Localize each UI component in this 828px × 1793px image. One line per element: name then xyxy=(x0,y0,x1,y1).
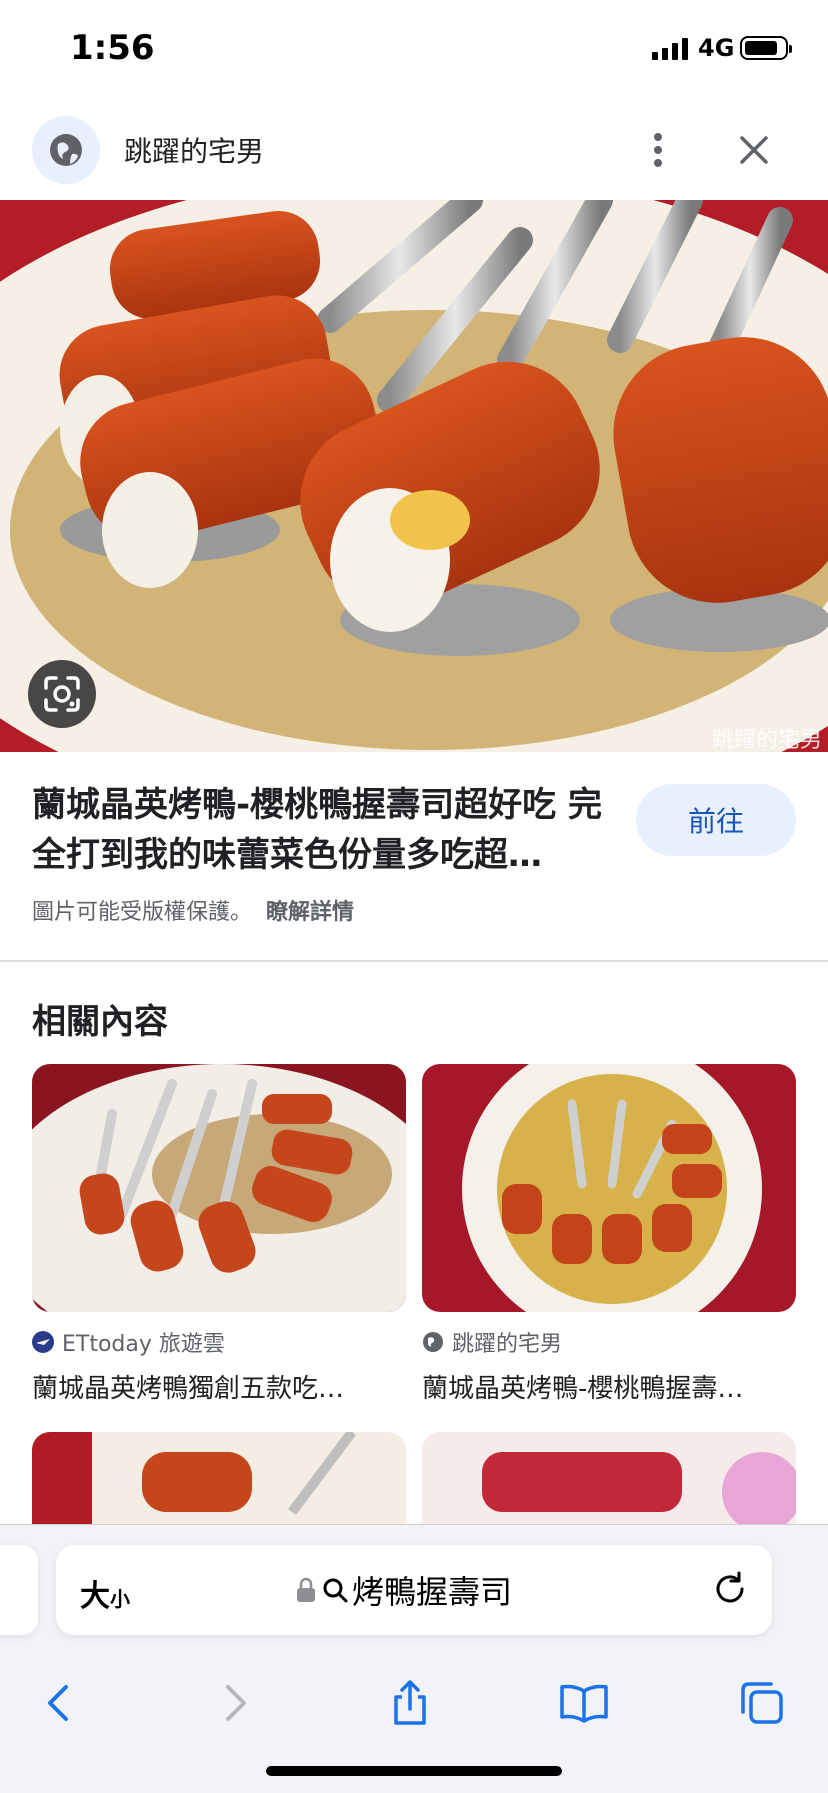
network-label: 4G xyxy=(698,34,735,62)
bottom-toolbar xyxy=(0,1673,828,1743)
home-indicator xyxy=(266,1766,562,1776)
copyright-text: 圖片可能受版權保護。 xyxy=(32,900,253,925)
related-title[interactable]: 蘭城晶英烤鴨-櫻桃鴨握壽… xyxy=(422,1368,772,1405)
related-source: ETtoday 旅遊雲 xyxy=(32,1326,406,1358)
previous-tab-peek[interactable] xyxy=(0,1545,38,1635)
related-photo-2 xyxy=(422,1064,796,1312)
related-source-label: ETtoday 旅遊雲 xyxy=(62,1332,225,1357)
visit-button[interactable]: 前往 xyxy=(636,784,796,856)
more-vert-icon xyxy=(654,133,662,167)
related-card[interactable]: ETtoday 旅遊雲 蘭城晶英烤鴨獨創五款吃… xyxy=(32,1064,406,1405)
related-card[interactable]: 跳躍的宅男 蘭城晶英烤鴨-櫻桃鴨握壽… xyxy=(422,1064,796,1405)
search-icon xyxy=(323,1578,348,1603)
result-title[interactable]: 蘭城晶英烤鴨-櫻桃鴨握壽司超好吃 完全打到我的味蕾菜色份量多吃超… xyxy=(32,780,612,880)
related-photo-1 xyxy=(32,1064,406,1312)
text-size-large: 大 xyxy=(80,1579,110,1614)
related-photo-4 xyxy=(422,1432,796,1532)
copyright-notice: 圖片可能受版權保護。 瞭解詳情 xyxy=(32,894,354,926)
globe-icon xyxy=(422,1331,444,1353)
text-size-button[interactable]: 大小 xyxy=(80,1571,130,1615)
related-title[interactable]: 蘭城晶英烤鴨獨創五款吃… xyxy=(32,1368,382,1405)
share-button[interactable] xyxy=(380,1673,440,1733)
forward-button[interactable] xyxy=(206,1673,266,1733)
address-text[interactable]: 烤鴨握壽司 xyxy=(296,1567,512,1613)
close-button[interactable] xyxy=(728,124,780,176)
related-source: 跳躍的宅男 xyxy=(422,1326,796,1358)
back-button[interactable] xyxy=(28,1673,88,1733)
tabs-button[interactable] xyxy=(732,1673,792,1733)
address-bar[interactable]: 大小 烤鴨握壽司 xyxy=(56,1545,772,1635)
book-icon xyxy=(560,1684,608,1723)
related-thumbnail-partial[interactable] xyxy=(32,1432,406,1532)
lens-icon xyxy=(44,676,80,712)
search-query: 烤鴨握壽司 xyxy=(352,1573,513,1611)
section-divider xyxy=(0,960,828,962)
chevron-right-icon xyxy=(226,1685,246,1721)
lock-icon xyxy=(297,1577,315,1602)
related-heading: 相關內容 xyxy=(32,1002,168,1042)
related-source-label: 跳躍的宅男 xyxy=(452,1332,563,1357)
image-watermark: 跳躍的宅男 xyxy=(711,728,822,753)
hero-image[interactable] xyxy=(0,200,828,752)
related-thumbnail[interactable] xyxy=(32,1064,406,1312)
status-time: 1:56 xyxy=(70,28,155,68)
browser-bar: 大小 烤鴨握壽司 xyxy=(0,1524,828,1793)
text-size-small: 小 xyxy=(110,1587,130,1611)
ettoday-icon xyxy=(32,1331,54,1353)
google-lens-button[interactable] xyxy=(28,660,96,728)
reload-icon[interactable] xyxy=(710,1569,750,1609)
globe-icon xyxy=(50,134,82,166)
share-icon xyxy=(394,1680,426,1725)
chevron-left-icon xyxy=(48,1685,68,1721)
signal-icon xyxy=(652,38,688,60)
related-photo-3 xyxy=(32,1432,406,1532)
related-thumbnail[interactable] xyxy=(422,1064,796,1312)
learn-more-link[interactable]: 瞭解詳情 xyxy=(266,900,354,925)
more-options-button[interactable] xyxy=(640,124,676,176)
close-icon xyxy=(740,136,768,164)
status-bar: 1:56 4G xyxy=(0,0,828,100)
related-thumbnail-partial[interactable] xyxy=(422,1432,796,1532)
tabs-icon xyxy=(741,1682,783,1724)
site-favicon xyxy=(32,116,100,184)
site-name[interactable]: 跳躍的宅男 xyxy=(124,130,264,170)
battery-icon xyxy=(740,36,792,60)
bookmarks-button[interactable] xyxy=(554,1673,614,1733)
duck-sushi-photo xyxy=(0,200,828,752)
result-header: 跳躍的宅男 xyxy=(0,100,828,200)
